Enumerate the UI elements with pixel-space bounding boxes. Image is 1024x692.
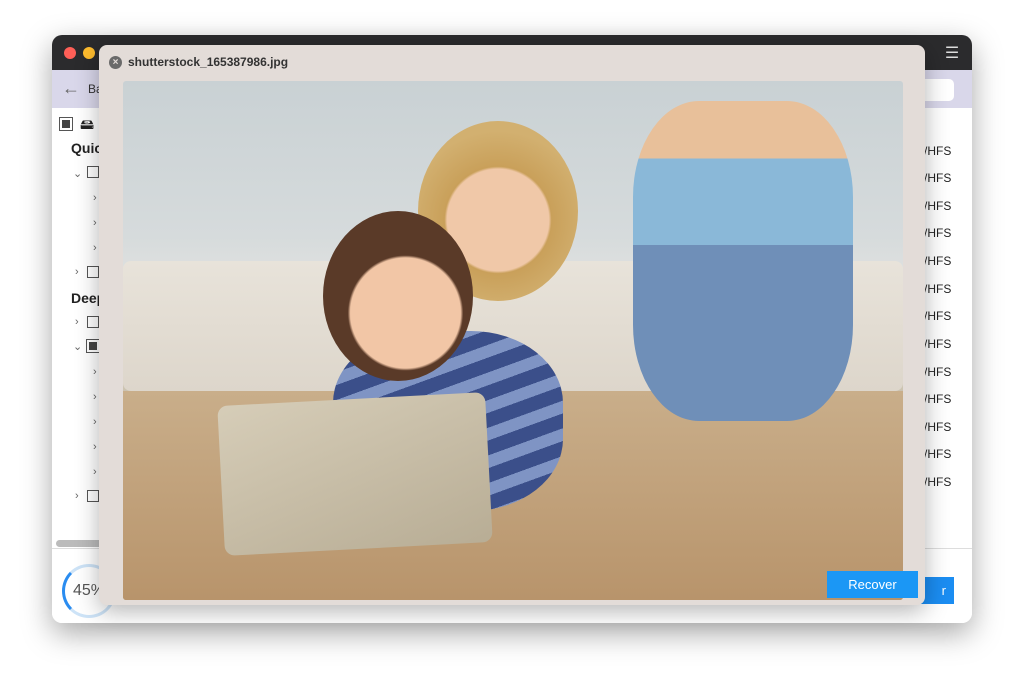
- tree-checkbox[interactable]: [87, 166, 99, 178]
- chevron-right-icon[interactable]: ›: [93, 192, 97, 204]
- image-preview-dialog: × shutterstock_165387986.jpg Recover: [99, 45, 925, 605]
- fs-cell: /HFS: [924, 171, 952, 185]
- preview-image: [123, 81, 903, 600]
- chevron-right-icon[interactable]: ›: [75, 490, 79, 502]
- chevron-right-icon[interactable]: ›: [93, 242, 97, 254]
- tree-checkbox[interactable]: [87, 266, 99, 278]
- select-all-checkbox[interactable]: [59, 117, 73, 131]
- fs-cell: /HFS: [924, 282, 952, 296]
- preview-filename: shutterstock_165387986.jpg: [128, 55, 289, 69]
- chevron-right-icon[interactable]: ›: [93, 366, 97, 378]
- fs-cell: /HFS: [924, 226, 952, 240]
- chevron-right-icon[interactable]: ›: [75, 316, 79, 328]
- fs-cell: /HFS: [924, 392, 952, 406]
- chevron-right-icon[interactable]: ›: [93, 217, 97, 229]
- chevron-right-icon[interactable]: ›: [93, 416, 97, 428]
- chevron-right-icon[interactable]: ›: [93, 391, 97, 403]
- close-window-button[interactable]: [64, 47, 76, 59]
- fs-cell: /HFS: [924, 337, 952, 351]
- minimize-window-button[interactable]: [83, 47, 95, 59]
- photo-tablet: [217, 392, 493, 556]
- fs-cell: /HFS: [924, 199, 952, 213]
- recover-button[interactable]: Recover: [827, 571, 918, 598]
- fs-cell: /HFS: [924, 420, 952, 434]
- hamburger-menu-icon[interactable]: ☰: [942, 43, 962, 62]
- fs-cell: /HFS: [924, 475, 952, 489]
- back-arrow-icon[interactable]: ←: [62, 78, 80, 99]
- tree-checkbox[interactable]: [87, 316, 99, 328]
- tree-checkbox[interactable]: [87, 490, 99, 502]
- photo-child-brunette: [323, 211, 473, 381]
- drive-icon: 🖴: [80, 116, 95, 132]
- photo-parents: [633, 101, 853, 421]
- fs-cell: /HFS: [924, 309, 952, 323]
- close-preview-icon[interactable]: ×: [109, 56, 122, 69]
- section-quick-scan: Quic: [71, 140, 103, 156]
- chevron-right-icon[interactable]: ›: [75, 266, 79, 278]
- chevron-down-icon[interactable]: ⌄: [73, 340, 82, 353]
- tree-checkbox-partial[interactable]: [86, 339, 100, 353]
- fs-cell: /HFS: [924, 365, 952, 379]
- fs-cell: /HFS: [924, 447, 952, 461]
- fs-cell: /HFS: [924, 254, 952, 268]
- chevron-down-icon[interactable]: ⌄: [73, 167, 82, 180]
- chevron-right-icon[interactable]: ›: [93, 441, 97, 453]
- fs-cell: /HFS: [924, 144, 952, 158]
- chevron-right-icon[interactable]: ›: [93, 466, 97, 478]
